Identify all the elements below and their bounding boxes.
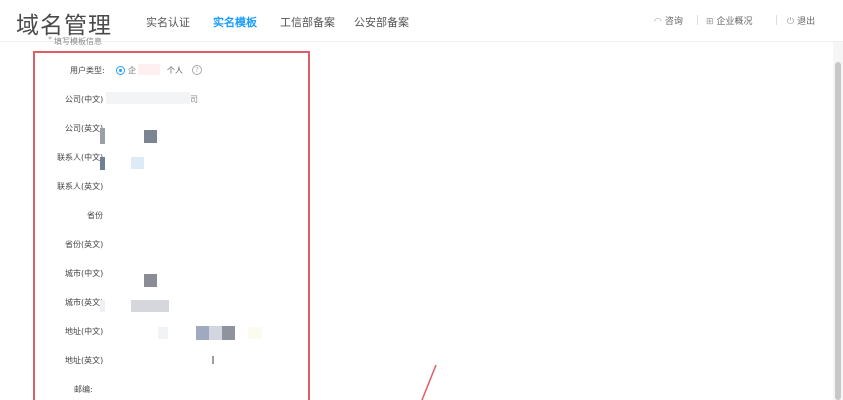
annotation-line: [421, 364, 437, 400]
annotation-arrow-line: [421, 364, 437, 400]
